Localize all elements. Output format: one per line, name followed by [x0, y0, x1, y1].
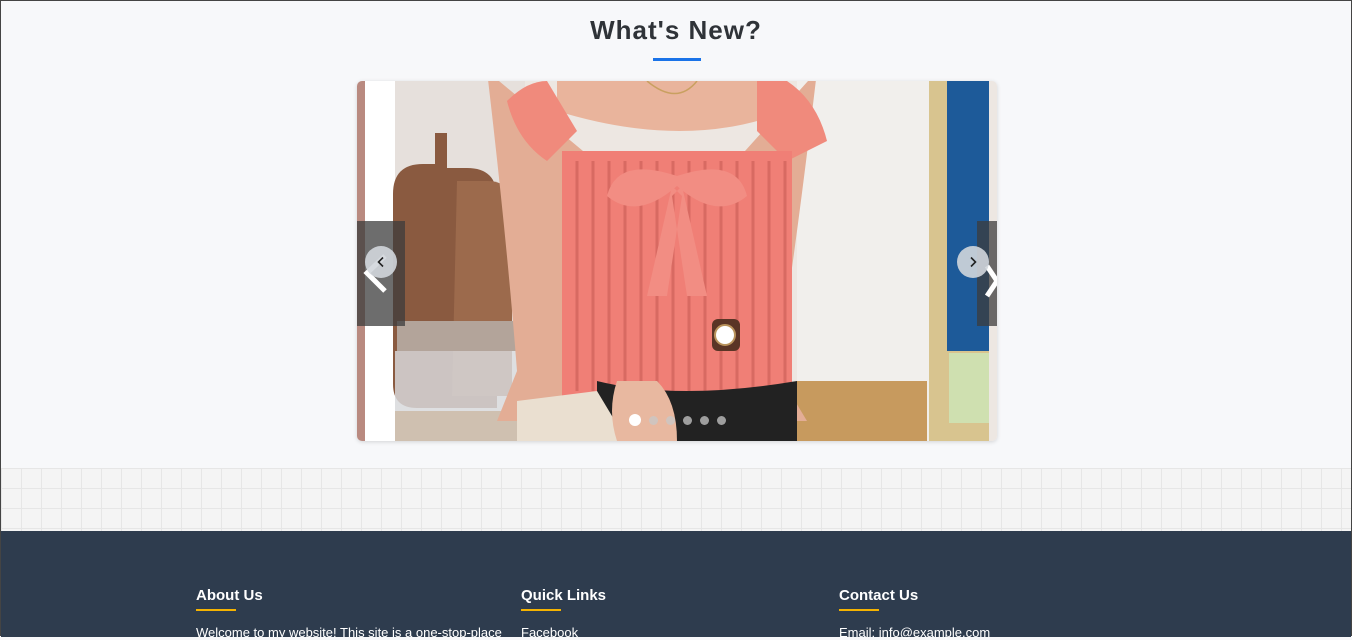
chevron-right-icon: [970, 256, 977, 268]
carousel-dot-3[interactable]: [665, 415, 675, 425]
footer-quick-links-title: Quick Links: [521, 587, 607, 604]
carousel-slide-image: [357, 81, 997, 441]
footer-title-bar: [196, 609, 236, 611]
image-carousel[interactable]: [357, 81, 997, 441]
footer-about-section: About Us Welcome to my website! This sit…: [196, 587, 502, 640]
footer-contact-title: Contact Us: [839, 587, 919, 604]
chevron-left-icon: [377, 256, 384, 268]
carousel-pagination: [357, 414, 997, 426]
footer-title-bar: [521, 609, 561, 611]
title-underline: [653, 58, 701, 61]
grid-background-band: [1, 468, 1351, 531]
carousel-prev-button[interactable]: [365, 246, 397, 278]
carousel-dot-1[interactable]: [628, 414, 641, 426]
footer-contact-email: Email: info@example.com: [839, 625, 991, 640]
footer-about-title: About Us: [196, 587, 263, 604]
carousel-next-button[interactable]: [957, 246, 989, 278]
site-footer: About Us Welcome to my website! This sit…: [1, 531, 1351, 640]
section-title: What's New?: [590, 15, 762, 45]
carousel-dot-2[interactable]: [648, 415, 658, 425]
footer-quick-links-section: Quick Links Facebook: [521, 587, 606, 640]
carousel-dot-6[interactable]: [716, 415, 726, 425]
carousel-dot-5[interactable]: [699, 415, 709, 425]
carousel-dot-4[interactable]: [682, 415, 692, 425]
footer-link-facebook[interactable]: Facebook: [521, 625, 578, 640]
footer-title-bar: [839, 609, 879, 611]
footer-about-text: Welcome to my website! This site is a on…: [196, 625, 502, 640]
footer-contact-section: Contact Us Email: info@example.com: [839, 587, 990, 640]
